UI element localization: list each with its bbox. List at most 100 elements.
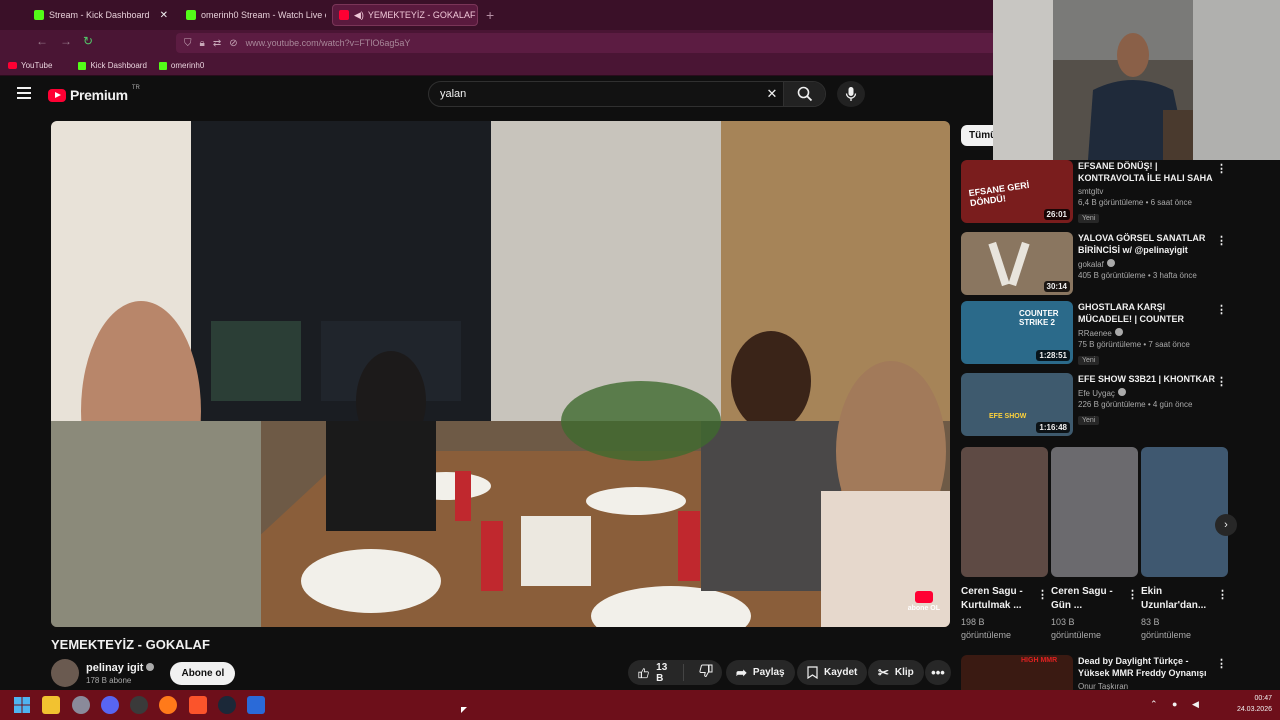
obs-icon[interactable] (130, 696, 148, 714)
shorts-next-button[interactable]: › (1215, 514, 1237, 536)
clock[interactable]: 00:47 24.03.2026 (1237, 693, 1272, 715)
clear-search-icon[interactable]: ✕ (761, 86, 783, 102)
channel-name[interactable]: pelinay igit (86, 662, 143, 674)
firefox-icon[interactable] (159, 696, 177, 714)
hamburger-menu-icon[interactable] (17, 87, 31, 99)
tab-kick-dashboard[interactable]: Stream - Kick Dashboard ✕ (28, 4, 174, 26)
share-button[interactable]: ➦ Paylaş (726, 660, 795, 685)
video-thumbnail[interactable]: HIGH MMR (961, 655, 1073, 690)
more-vertical-icon[interactable]: ⋮ (1037, 588, 1048, 601)
channel-avatar[interactable] (51, 659, 79, 687)
short-title[interactable]: Ceren Sagu - Gün ... (1051, 585, 1121, 613)
video-title[interactable]: EFSANE DÖNÜŞ! | KONTRAVOLTA İLE HALI SAH… (1078, 160, 1218, 184)
new-badge: Yeni (1078, 416, 1100, 425)
bookmark-youtube[interactable]: YouTube (8, 61, 52, 70)
back-icon[interactable]: ← (36, 34, 48, 48)
settings-app-icon[interactable] (72, 696, 90, 714)
short-item[interactable]: Ekin Uzunlar'dan... 83 B görüntüleme ⋮ (1141, 447, 1228, 642)
lock-icon: 🔒︎ (199, 37, 205, 49)
app-icon[interactable] (247, 696, 265, 714)
short-title[interactable]: Ekin Uzunlar'dan... (1141, 585, 1211, 613)
short-thumbnail[interactable] (1051, 447, 1138, 577)
short-item[interactable]: Ceren Sagu - Kurtulmak ... 198 B görüntü… (961, 447, 1048, 642)
address-bar[interactable]: ⛉ 🔒︎ ⇄ ⊘ www.youtube.com/watch?v=FTlO6ag… (176, 33, 996, 53)
close-icon[interactable]: ✕ (154, 10, 168, 21)
video-title[interactable]: GHOSTLARA KARŞI MÜCADELE! | COUNTER STRI… (1078, 301, 1218, 325)
tab-youtube-active[interactable]: ◀) YEMEKTEYİZ - GOKALAF - Y ✕ (332, 4, 478, 26)
channel-name-row[interactable]: Efe Uygaç (1078, 388, 1218, 398)
recommendation-item[interactable]: EFE SHOW 1:16:48 EFE SHOW S3B21 | KHONTK… (961, 373, 1231, 437)
recommendation-item[interactable]: 30:14 YALOVA GÖRSEL SANATLAR BİRİNCİSİ w… (961, 232, 1231, 296)
more-vertical-icon[interactable]: ⋮ (1217, 588, 1228, 601)
recommendation-item[interactable]: EFSANE GERİ DÖNDÜ! 26:01 EFSANE DÖNÜŞ! |… (961, 160, 1231, 224)
clip-button[interactable]: ✂ Klip (868, 660, 924, 685)
microphone-icon (845, 87, 857, 101)
discord-icon[interactable] (101, 696, 119, 714)
recommendation-item[interactable]: COUNTER STRIKE 2 1:28:51 GHOSTLARA KARŞI… (961, 301, 1231, 365)
windows-taskbar: ⌃ ● ◀ 00:47 24.03.2026 (0, 690, 1280, 720)
more-horizontal-icon: ••• (931, 665, 945, 680)
voice-search-button[interactable] (837, 81, 865, 107)
video-thumbnail[interactable]: 30:14 (961, 232, 1073, 295)
more-vertical-icon[interactable]: ⋮ (1127, 588, 1138, 601)
like-button[interactable]: 13 B (628, 662, 684, 684)
thumbs-down-icon (699, 664, 713, 678)
bookmark-omerinh0[interactable]: omerinh0 (158, 61, 204, 70)
system-tray-icons[interactable]: ⌃ ● ◀ (1150, 699, 1205, 710)
like-dislike-group: 13 B (628, 660, 722, 685)
more-vertical-icon[interactable]: ⋮ (1216, 234, 1227, 247)
mouse-cursor (461, 707, 467, 713)
channel-name[interactable]: RRaenee (1078, 329, 1112, 338)
search-input[interactable]: yalan (429, 88, 761, 100)
short-thumbnail[interactable] (1141, 447, 1228, 577)
search-button[interactable] (783, 82, 825, 106)
dislike-button[interactable] (690, 664, 722, 681)
video-title[interactable]: YALOVA GÖRSEL SANATLAR BİRİNCİSİ w/ @pel… (1078, 232, 1218, 256)
video-player[interactable]: abone OL (51, 121, 950, 627)
channel-name-row[interactable]: gokalaf (1078, 259, 1218, 269)
subscribe-button[interactable]: Abone ol (170, 661, 236, 685)
more-vertical-icon[interactable]: ⋮ (1216, 303, 1227, 316)
brave-icon[interactable] (189, 696, 207, 714)
save-button[interactable]: Kaydet (797, 660, 868, 685)
video-thumbnail[interactable]: COUNTER STRIKE 2 1:28:51 (961, 301, 1073, 364)
search-box[interactable]: yalan ✕ (428, 81, 826, 107)
windows-start-icon[interactable] (13, 696, 31, 714)
thumbnail-text: EFSANE GERİ DÖNDÜ! (968, 179, 1030, 209)
bookmark-kick-dashboard[interactable]: Kick Dashboard (78, 61, 147, 70)
steam-icon[interactable] (218, 696, 236, 714)
video-duration: 26:01 (1043, 209, 1070, 220)
video-stats: 226 B görüntüleme • 4 gün önce (1078, 400, 1193, 409)
short-thumbnail[interactable] (961, 447, 1048, 577)
channel-name[interactable]: smtgltv (1078, 187, 1218, 196)
subscribe-watermark[interactable]: abone OL (908, 591, 940, 613)
reload-icon[interactable]: ↻ (83, 34, 93, 48)
channel-name[interactable]: Efe Uygaç (1078, 389, 1115, 398)
channel-name-row[interactable]: RRaenee (1078, 328, 1218, 338)
video-title[interactable]: Dead by Daylight Türkçe - Yüksek MMR Fre… (1078, 655, 1218, 679)
thumbs-up-icon (638, 667, 649, 678)
new-tab-icon[interactable]: + (486, 7, 494, 23)
channel-name[interactable]: gokalaf (1078, 260, 1104, 269)
video-thumbnail[interactable]: EFSANE GERİ DÖNDÜ! 26:01 (961, 160, 1073, 223)
more-vertical-icon[interactable]: ⋮ (1216, 657, 1227, 670)
recommendation-item[interactable]: HIGH MMR Dead by Daylight Türkçe - Yükse… (961, 655, 1231, 690)
video-stats: 75 B görüntüleme • 7 saat önce (1078, 340, 1190, 349)
video-thumbnail[interactable]: EFE SHOW 1:16:48 (961, 373, 1073, 436)
tab-kick-stream[interactable]: omerinh0 Stream - Watch Live o ✕ (180, 4, 326, 26)
more-vertical-icon[interactable]: ⋮ (1216, 162, 1227, 175)
youtube-premium-logo[interactable]: Premium TR (48, 85, 140, 103)
file-explorer-icon[interactable] (42, 696, 60, 714)
video-title[interactable]: EFE SHOW S3B21 | KHONTKAR (1078, 373, 1218, 385)
clock-date: 24.03.2026 (1236, 706, 1272, 713)
video-meta: Dead by Daylight Türkçe - Yüksek MMR Fre… (1078, 655, 1218, 690)
more-vertical-icon[interactable]: ⋮ (1216, 375, 1227, 388)
short-item[interactable]: Ceren Sagu - Gün ... 103 B görüntüleme ⋮ (1051, 447, 1138, 642)
channel-name[interactable]: Onur Taşkıran (1078, 682, 1218, 690)
thumbnail-text: EFE SHOW (989, 413, 1027, 420)
more-actions-button[interactable]: ••• (925, 660, 951, 685)
forward-icon[interactable]: → (60, 34, 72, 48)
short-views: 83 B görüntüleme (1141, 617, 1192, 640)
short-title[interactable]: Ceren Sagu - Kurtulmak ... (961, 585, 1031, 613)
channel-name-row[interactable]: pelinay igit (86, 662, 155, 674)
